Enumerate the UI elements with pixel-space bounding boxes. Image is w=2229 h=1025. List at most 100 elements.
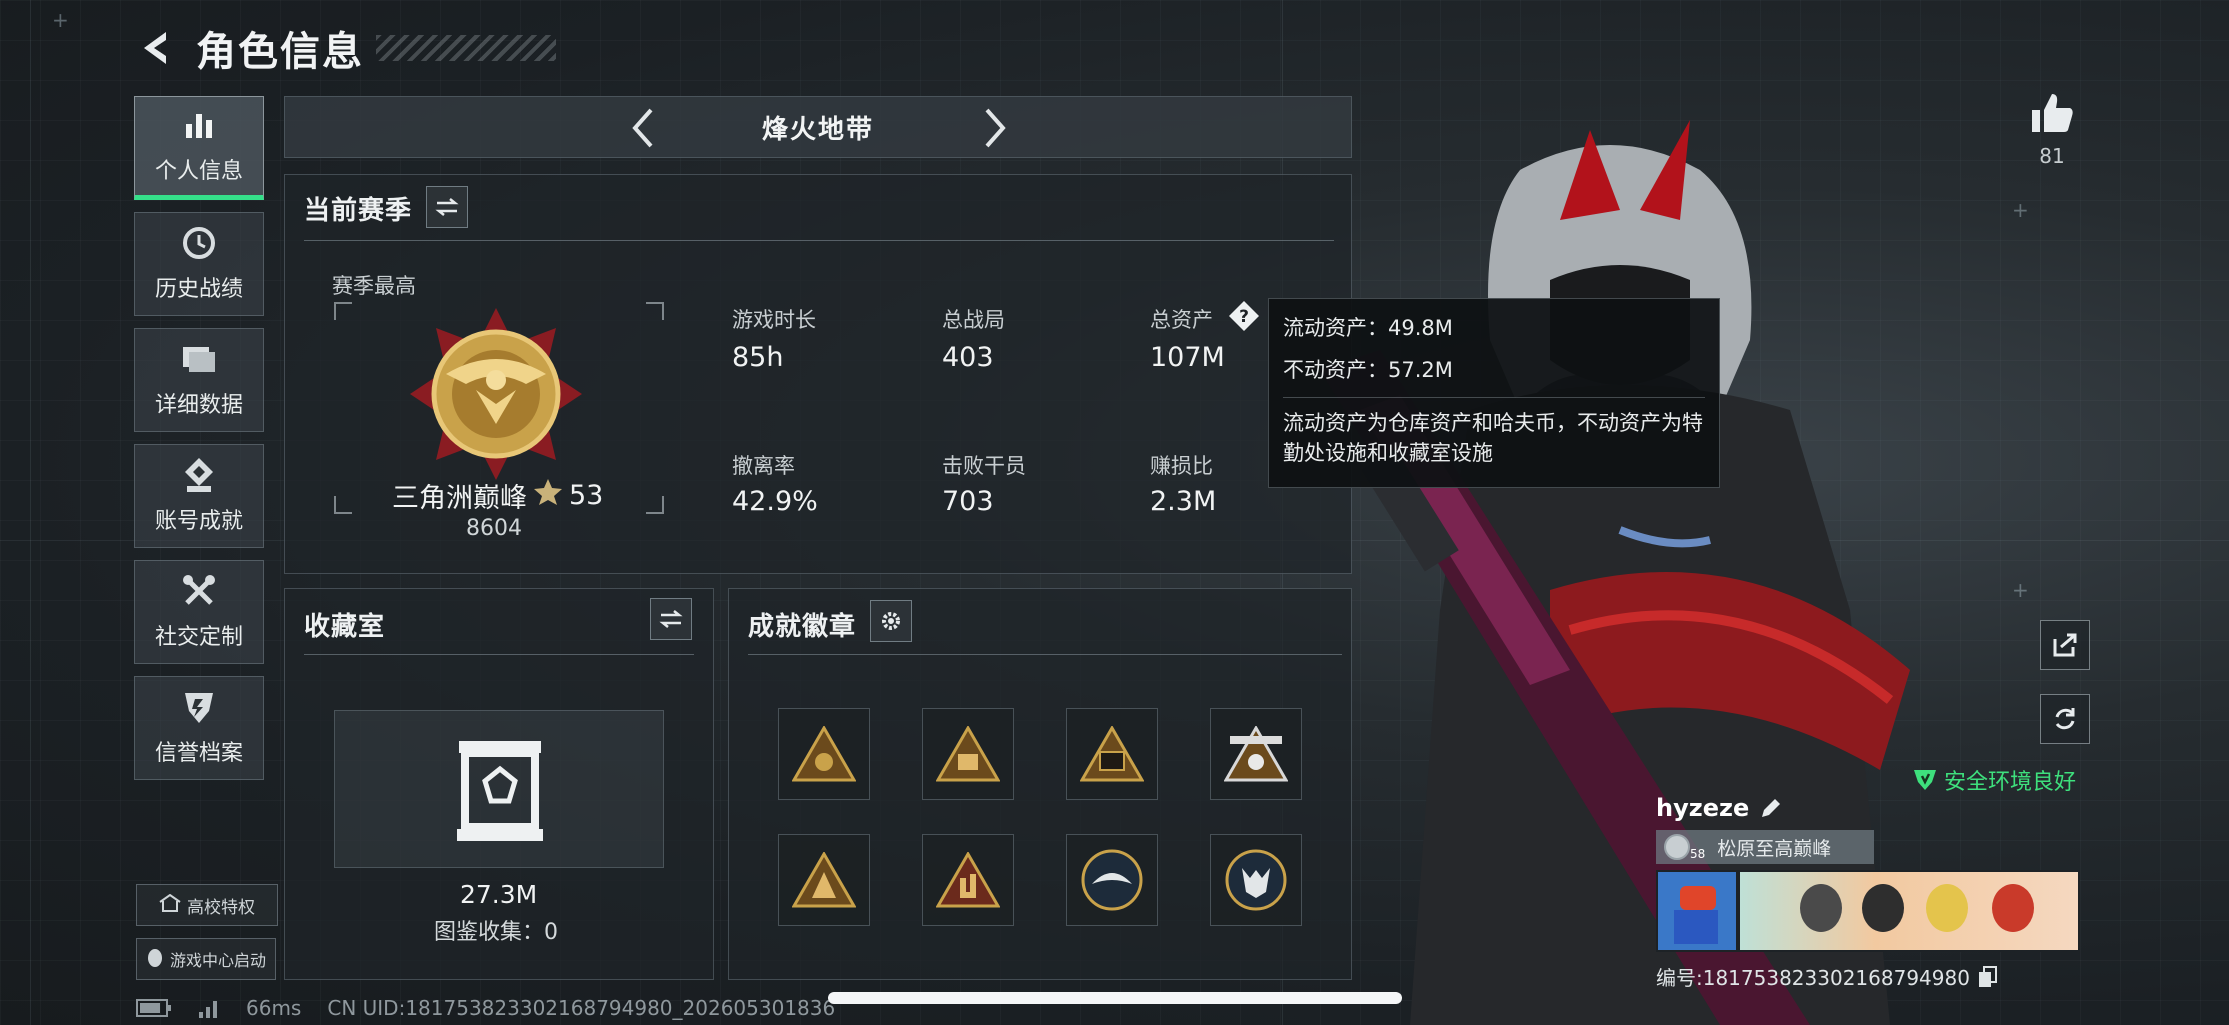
achievement-icon [179, 457, 219, 493]
campus-privilege-button[interactable]: 高校特权 [136, 884, 278, 926]
status-bar: 66ms CN UID:18175382330216879498​0_20260… [136, 996, 835, 1020]
stat-label-total-assets: 总资产 [1150, 308, 1213, 332]
sidebar-item-personal-info[interactable]: 个人信息 [134, 96, 264, 200]
sidebar-item-history[interactable]: 历史战绩 [134, 212, 264, 316]
penguin-icon [146, 946, 164, 972]
safe-env-status: 安全环境良好 [1912, 764, 2076, 796]
badge-slot[interactable] [1066, 834, 1158, 926]
player-name: hyzeze [1656, 794, 1750, 822]
banner-image [1738, 870, 2080, 952]
stat-label-profit-ratio: 赚损比 [1150, 454, 1213, 478]
bar-chart-icon [179, 107, 219, 143]
sidebar-item-label: 历史战绩 [154, 277, 243, 302]
ping: 66ms [246, 996, 302, 1020]
collection-preview[interactable] [334, 710, 664, 868]
campus-icon [159, 893, 181, 917]
tooltip-description: 流动资产为仓库资产和哈夫币，不动资产为特勤处设施和收藏室设施 [1283, 411, 1703, 465]
share-icon [2053, 633, 2077, 657]
stat-value-profit-ratio: 2.3M [1150, 486, 1217, 517]
player-card: hyzeze 58 松原至高巅峰 编号:18175382330216879498… [1656, 794, 2096, 991]
display-case-icon [455, 739, 545, 847]
copy-icon[interactable] [1978, 965, 1998, 988]
triangle-badge-icon [936, 852, 1000, 908]
safe-shield-icon [1914, 770, 1936, 790]
badge-slot[interactable] [1210, 708, 1302, 800]
crosshair-mark: + [52, 8, 69, 32]
divider [748, 654, 1342, 655]
triangle-badge-icon [792, 852, 856, 908]
divider [304, 240, 1334, 241]
star-icon [533, 478, 563, 513]
shield-icon [179, 689, 219, 725]
player-id: 编号:18175382330216879498​0 [1656, 966, 1970, 990]
triangle-badge-icon [1080, 726, 1144, 782]
sidebar-item-social-custom[interactable]: 社交定制 [134, 560, 264, 664]
tag-level: 58 [1690, 847, 1706, 861]
tooltip-divider [1283, 397, 1705, 398]
stat-label-total-matches: 总战局 [942, 308, 1005, 332]
rank-title-row: 三角洲巅峰 53 [392, 476, 603, 515]
like-count: 81 [2039, 144, 2065, 168]
mode-title: 烽火地带 [761, 114, 874, 145]
sidebar-item-detail-data[interactable]: 详细数据 [134, 328, 264, 432]
home-indicator[interactable] [828, 992, 1402, 1004]
signal-icon [199, 1001, 217, 1018]
stat-value-total-matches: 403 [942, 342, 994, 373]
tag-text: 松原至高巅峰 [1717, 837, 1832, 860]
sidebar-item-label: 账号成就 [154, 509, 243, 534]
sidebar-item-label: 详细数据 [154, 393, 243, 418]
rank-stars: 53 [569, 480, 604, 511]
season-title: 当前赛季 [304, 196, 413, 226]
game-center-label: 游戏中心启动 [169, 951, 266, 970]
title-decoration [376, 35, 556, 61]
badge-slot[interactable] [1066, 708, 1158, 800]
rank-score: 8604 [466, 516, 522, 541]
prev-mode-button[interactable] [623, 107, 663, 149]
tooltip-liquid-assets: 流动资产：49.8M [1283, 316, 1453, 340]
badge-slot[interactable] [778, 834, 870, 926]
sidebar-item-label: 信誉档案 [154, 741, 243, 766]
eagle-badge-icon [1081, 849, 1143, 911]
badge-slot[interactable] [922, 834, 1014, 926]
badge-slot[interactable] [1210, 834, 1302, 926]
refresh-icon [2055, 708, 2075, 730]
edit-icon[interactable] [1759, 796, 1783, 820]
badge-settings-button[interactable] [870, 600, 912, 642]
sidebar-item-reputation[interactable]: 信誉档案 [134, 676, 264, 780]
assets-tooltip: 流动资产：49.8M 不动资产：57.2M 流动资产为仓库资产和哈夫币，不动资产… [1268, 298, 1720, 488]
badge-slot[interactable] [778, 708, 870, 800]
swap-icon [659, 610, 683, 628]
sidebar-item-achievements[interactable]: 账号成就 [134, 444, 264, 548]
avatar-banner[interactable] [1656, 870, 2096, 952]
sidebar-item-label: 社交定制 [154, 625, 243, 650]
collection-catalog: 图鉴收集：0 [434, 920, 558, 945]
switch-season-button[interactable] [426, 186, 468, 228]
refresh-button[interactable] [2040, 694, 2090, 744]
switch-collection-button[interactable] [650, 598, 692, 640]
thumbs-up-icon [2032, 94, 2073, 132]
help-icon[interactable]: ? [1228, 300, 1260, 332]
collection-value: 27.3M [460, 880, 538, 909]
player-title-tag[interactable]: 58 松原至高巅峰 [1656, 830, 1874, 864]
wolf-badge-icon [1225, 849, 1287, 911]
next-mode-button[interactable] [975, 107, 1015, 149]
badge-slot[interactable] [922, 708, 1014, 800]
game-center-button[interactable]: 游戏中心启动 [136, 938, 276, 980]
page-title: 角色信息 [196, 29, 364, 75]
triangle-badge-icon [936, 726, 1000, 782]
share-button[interactable] [2040, 620, 2090, 670]
sidebar-item-label: 个人信息 [154, 159, 243, 184]
back-arrow-icon[interactable] [134, 26, 178, 70]
mode-navigator: 烽火地带 [284, 96, 1352, 158]
player-name-row: hyzeze [1656, 794, 2096, 822]
divider [304, 654, 694, 655]
stat-label-extract-rate: 撤离率 [732, 454, 795, 478]
like-widget[interactable]: 81 [2022, 92, 2082, 168]
guide-line [30, 0, 31, 1025]
history-icon [179, 225, 219, 261]
stat-value-playtime: 85h [732, 342, 784, 373]
swap-icon [435, 198, 459, 216]
stat-label-playtime: 游戏时长 [732, 308, 816, 332]
sidebar: 个人信息 历史战绩 详细数据 账号成就 社交定制 信誉档案 [134, 96, 264, 792]
folder-icon [179, 341, 219, 377]
